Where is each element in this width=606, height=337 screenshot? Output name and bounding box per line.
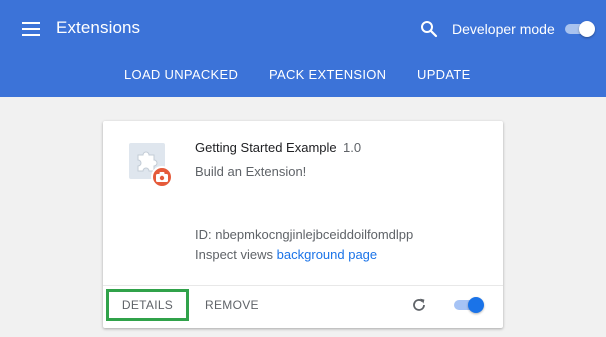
search-icon[interactable] — [420, 20, 438, 38]
remove-button[interactable]: REMOVE — [205, 298, 259, 312]
background-page-link[interactable]: background page — [277, 247, 377, 262]
details-button[interactable]: DETAILS — [106, 289, 189, 321]
extension-card: Getting Started Example 1.0 Build an Ext… — [103, 121, 503, 328]
developer-mode-label: Developer mode — [452, 21, 555, 37]
extension-name: Getting Started Example — [195, 140, 337, 155]
inspect-views: Inspect views background page — [195, 247, 377, 262]
reload-icon[interactable] — [411, 297, 427, 313]
pack-extension-button[interactable]: PACK EXTENSION — [269, 67, 386, 82]
page-title: Extensions — [56, 18, 141, 37]
extension-version: 1.0 — [343, 140, 362, 155]
extension-id: ID: nbepmkocngjinlejbceiddoilfomdlpp — [195, 227, 414, 242]
top-app-bar: Extensions Developer mode LOAD UNPACKED … — [0, 0, 606, 97]
hamburger-menu-icon[interactable] — [22, 22, 40, 36]
card-divider — [103, 285, 503, 286]
camera-badge-icon — [151, 166, 173, 188]
developer-mode-toggle[interactable] — [563, 21, 595, 37]
extension-enabled-toggle[interactable] — [452, 297, 484, 313]
toggle-knob — [579, 21, 595, 37]
update-button[interactable]: UPDATE — [417, 67, 471, 82]
inspect-views-label: Inspect views — [195, 247, 274, 262]
load-unpacked-button[interactable]: LOAD UNPACKED — [124, 67, 238, 82]
extension-description: Build an Extension! — [195, 164, 307, 179]
toggle-knob — [468, 297, 484, 313]
